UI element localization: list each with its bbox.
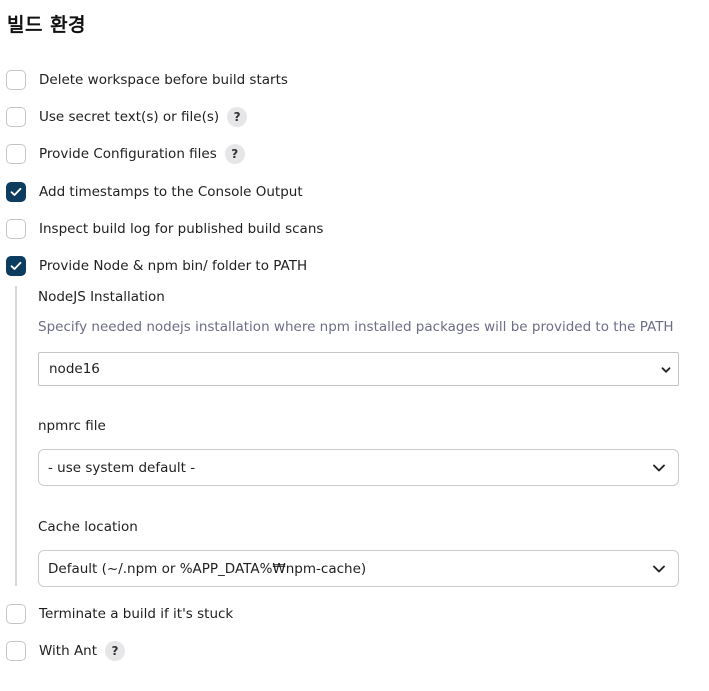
timestamps-checkbox[interactable] (6, 182, 26, 202)
option-config-files[interactable]: Provide Configuration files ? (6, 142, 245, 166)
config-files-checkbox[interactable] (6, 144, 26, 164)
inspect-log-label: Inspect build log for published build sc… (39, 221, 324, 237)
terminate-stuck-label: Terminate a build if it's stuck (39, 606, 234, 622)
npmrc-file-select[interactable]: - use system default - (38, 449, 679, 486)
config-files-label: Provide Configuration files (39, 146, 217, 162)
timestamps-label: Add timestamps to the Console Output (39, 184, 303, 200)
option-with-ant[interactable]: With Ant ? (6, 639, 126, 663)
with-ant-label: With Ant (39, 643, 98, 659)
option-delete-workspace[interactable]: Delete workspace before build starts (6, 68, 288, 92)
inspect-log-checkbox[interactable] (6, 219, 26, 239)
delete-workspace-label: Delete workspace before build starts (39, 72, 288, 88)
help-icon[interactable]: ? (105, 641, 126, 661)
help-icon[interactable]: ? (224, 144, 245, 164)
chevron-down-icon (661, 367, 671, 373)
option-timestamps[interactable]: Add timestamps to the Console Output (6, 180, 303, 204)
help-icon[interactable]: ? (227, 107, 248, 127)
option-secret-text[interactable]: Use secret text(s) or file(s) ? (6, 105, 248, 129)
terminate-stuck-checkbox[interactable] (6, 604, 26, 624)
chevron-down-icon (653, 565, 665, 573)
node-npm-label: Provide Node & npm bin/ folder to PATH (39, 258, 308, 274)
nodejs-installation-select[interactable]: node16 (38, 352, 679, 386)
npmrc-file-value: - use system default - (48, 459, 196, 476)
with-ant-checkbox[interactable] (6, 641, 26, 661)
cache-location-label: Cache location (38, 519, 138, 535)
nodejs-installation-label: NodeJS Installation (38, 289, 165, 305)
nested-section-divider (15, 286, 17, 586)
section-title: 빌드 환경 (7, 14, 87, 36)
nodejs-installation-description: Specify needed nodejs installation where… (38, 319, 674, 335)
delete-workspace-checkbox[interactable] (6, 70, 26, 90)
option-inspect-log[interactable]: Inspect build log for published build sc… (6, 217, 323, 241)
chevron-down-icon (653, 464, 665, 472)
nodejs-installation-value: node16 (49, 361, 100, 377)
checkmark-icon (10, 187, 22, 196)
secret-text-label: Use secret text(s) or file(s) (39, 109, 220, 125)
cache-location-select[interactable]: Default (~/.npm or %APP_DATA%₩npm-cache) (38, 550, 679, 587)
cache-location-value: Default (~/.npm or %APP_DATA%₩npm-cache) (48, 560, 367, 577)
option-terminate-stuck[interactable]: Terminate a build if it's stuck (6, 602, 233, 626)
option-node-npm[interactable]: Provide Node & npm bin/ folder to PATH (6, 254, 307, 278)
npmrc-file-label: npmrc file (38, 418, 106, 434)
secret-text-checkbox[interactable] (6, 107, 26, 127)
node-npm-checkbox[interactable] (6, 256, 26, 276)
checkmark-icon (10, 261, 22, 270)
